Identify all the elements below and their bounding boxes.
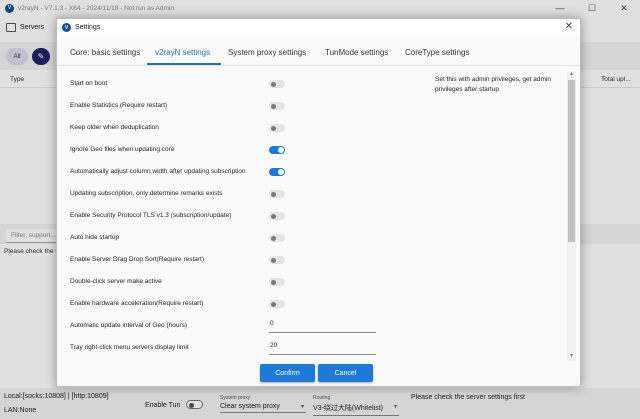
setting-statistics-label: Enable Statistics (Require restart): [70, 102, 168, 109]
setting-tls13-toggle[interactable]: [269, 212, 285, 220]
setting-geo-interval-label: Automatic update interval of Geo (hours): [70, 322, 188, 329]
setting-remarks-exists-label: Updating subscription, only determine re…: [70, 190, 223, 197]
setting-tls13-label: Enable Security Protocol TLS v1.3 (subsc…: [70, 212, 232, 219]
confirm-button[interactable]: Confirm: [260, 364, 315, 382]
admin-info-text: Set this with admin privileges, get admi…: [435, 76, 551, 93]
setting-keep-older-toggle[interactable]: [269, 124, 285, 132]
settings-scrollbar[interactable]: ▲ ▼: [567, 71, 576, 361]
dialog-titlebar: V Settings ✕: [57, 19, 580, 36]
tab-v2rayn[interactable]: v2rayN settings: [155, 48, 210, 57]
scroll-up-icon[interactable]: ▲: [567, 71, 576, 79]
setting-auto-column-width-label: Automatically adjust column width after …: [70, 168, 246, 175]
settings-list: Start on boot Enable Statistics (Require…: [57, 66, 567, 359]
settings-tabs: Core: basic settings v2rayN settings Sys…: [57, 42, 580, 64]
setting-hw-accel-label: Enable hardware acceleration(Require res…: [70, 300, 204, 307]
dialog-close-button[interactable]: ✕: [565, 21, 573, 32]
setting-hw-accel-toggle[interactable]: [269, 300, 285, 308]
scroll-thumb[interactable]: [568, 80, 575, 242]
geo-interval-input[interactable]: 0: [269, 320, 376, 333]
setting-ignore-geo-label: Ignore Geo files when updating core: [70, 146, 175, 153]
setting-statistics-toggle[interactable]: [269, 102, 285, 110]
cancel-button[interactable]: Cancel: [318, 364, 373, 382]
setting-remarks-exists-toggle[interactable]: [269, 190, 285, 198]
setting-double-click-label: Double-click server make active: [70, 278, 162, 285]
settings-dialog: V Settings ✕ Core: basic settings v2rayN…: [56, 18, 581, 387]
setting-start-on-boot-label: Start on boot: [70, 80, 108, 87]
setting-drag-drop-label: Enable Server Drag Drop Sort(Require res…: [70, 256, 205, 263]
tab-core-basic[interactable]: Core: basic settings: [70, 48, 140, 57]
setting-keep-older-label: Keep older when deduplication: [70, 124, 159, 131]
tab-tunmode[interactable]: TunMode settings: [325, 48, 388, 57]
setting-auto-column-width-toggle[interactable]: [269, 168, 285, 176]
setting-tray-limit-label: Tray right-click menu servers display li…: [70, 344, 189, 351]
tray-limit-input[interactable]: 20: [269, 342, 376, 355]
tab-system-proxy[interactable]: System proxy settings: [228, 48, 306, 57]
v2rayn-logo-icon: V: [62, 23, 71, 32]
setting-drag-drop-toggle[interactable]: [269, 256, 285, 264]
tab-coretype[interactable]: CoreType settings: [405, 48, 469, 57]
setting-auto-hide-label: Auto hide startup: [70, 234, 120, 241]
dialog-title: Settings: [75, 24, 101, 31]
setting-start-on-boot-toggle[interactable]: [269, 80, 285, 88]
scroll-down-icon[interactable]: ▼: [567, 353, 576, 361]
setting-ignore-geo-toggle[interactable]: [269, 146, 285, 154]
setting-double-click-toggle[interactable]: [269, 278, 285, 286]
setting-auto-hide-toggle[interactable]: [269, 234, 285, 242]
